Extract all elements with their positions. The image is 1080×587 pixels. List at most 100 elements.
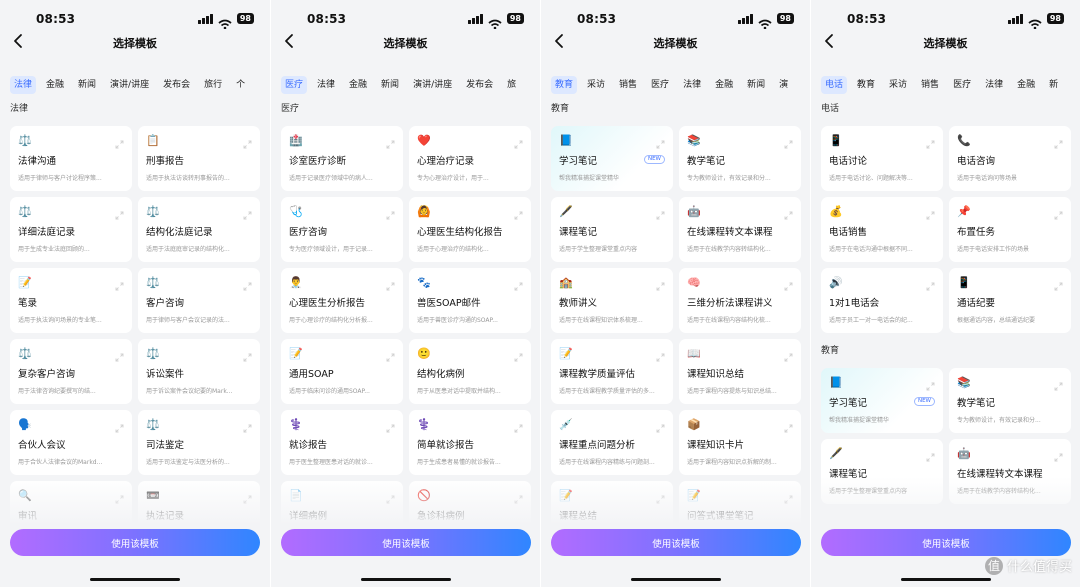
template-card[interactable]: 🗣️ 合伙人会议 用于合伙人法律会议的Markd... (10, 410, 132, 475)
template-card[interactable]: 📝 课程教学质量评估 适用于在线课程教学质量评估的多... (551, 339, 673, 404)
category-tab[interactable]: 发布会 (462, 76, 497, 94)
template-card[interactable]: 🏥 诊室医疗诊断 适用于记录医疗领域中的病人... (281, 126, 403, 191)
expand-icon[interactable] (926, 276, 935, 291)
template-card[interactable]: 📦 课程知识卡片 适用于课程内容知识点拆解的制... (679, 410, 801, 475)
expand-icon[interactable] (243, 134, 252, 149)
template-card[interactable]: 💰 电话销售 适用于在电话沟通中根据不同... (821, 197, 943, 262)
expand-icon[interactable] (514, 347, 523, 362)
category-tab[interactable]: 新闻 (743, 76, 769, 94)
template-card[interactable]: 📱 通话纪要 根据通话内容，总结通话纪要 (949, 268, 1071, 333)
use-template-button[interactable]: 使用该模板 (821, 529, 1071, 556)
expand-icon[interactable] (115, 418, 124, 433)
template-card[interactable]: 📝 笔录 适用于执法询问场景的专业笔... (10, 268, 132, 333)
template-card[interactable]: 🖋️ 课程笔记 适用于学生整理课堂重点内容 (551, 197, 673, 262)
use-template-button[interactable]: 使用该模板 (10, 529, 260, 556)
expand-icon[interactable] (656, 205, 665, 220)
expand-icon[interactable] (386, 489, 395, 504)
template-card[interactable]: ⚖️ 详细法庭记录 用于生成专业法庭回顾的... (10, 197, 132, 262)
expand-icon[interactable] (1054, 205, 1063, 220)
expand-icon[interactable] (784, 347, 793, 362)
expand-icon[interactable] (926, 205, 935, 220)
template-card[interactable]: ⚖️ 法律沟通 适用于律师与客户讨论程序策... (10, 126, 132, 191)
template-card[interactable]: 🤖 在线课程转文本课程 适用于在线教学内容转结构化... (679, 197, 801, 262)
expand-icon[interactable] (784, 276, 793, 291)
expand-icon[interactable] (243, 489, 252, 504)
category-tab[interactable]: 金融 (711, 76, 737, 94)
template-card[interactable]: ⚕️ 简单就诊报告 用于生成患者易懂的就诊报告... (409, 410, 531, 475)
expand-icon[interactable] (115, 347, 124, 362)
expand-icon[interactable] (514, 205, 523, 220)
template-card[interactable]: ⚕️ 就诊报告 用于医生整理医患对话的就诊... (281, 410, 403, 475)
template-card[interactable]: 👨‍⚕️ 心理医生分析报告 用于心理诊疗的结构化分析报... (281, 268, 403, 333)
category-tab[interactable]: 新 (1045, 76, 1062, 94)
category-tab[interactable]: 医疗 (647, 76, 673, 94)
template-card[interactable]: 📱 电话讨论 适用于电话讨论、问题解决等... (821, 126, 943, 191)
expand-icon[interactable] (386, 134, 395, 149)
category-tab[interactable]: 采访 (583, 76, 609, 94)
expand-icon[interactable] (243, 205, 252, 220)
category-tab[interactable]: 法律 (679, 76, 705, 94)
template-card[interactable]: 📘 学习笔记 帮我精准捕捉课堂精华 NEW (821, 368, 943, 433)
expand-icon[interactable] (656, 134, 665, 149)
template-card[interactable]: ⚖️ 结构化法庭记录 适用于法庭庭审记录的结构化... (138, 197, 260, 262)
category-tab[interactable]: 采访 (885, 76, 911, 94)
expand-icon[interactable] (243, 347, 252, 362)
template-card[interactable]: 🐾 兽医SOAP邮件 适用于兽医诊疗沟通的SOAP... (409, 268, 531, 333)
template-card[interactable]: 💉 课程重点问题分析 适用于在线课程内容精练与问题剖... (551, 410, 673, 475)
category-tab[interactable]: 法律 (313, 76, 339, 94)
expand-icon[interactable] (784, 418, 793, 433)
category-tab[interactable]: 演讲/讲座 (106, 76, 153, 94)
expand-icon[interactable] (514, 134, 523, 149)
expand-icon[interactable] (386, 276, 395, 291)
expand-icon[interactable] (784, 205, 793, 220)
template-card[interactable]: 📖 课程知识总结 适用于课程内容提炼与知识总结... (679, 339, 801, 404)
expand-icon[interactable] (656, 347, 665, 362)
expand-icon[interactable] (926, 376, 935, 391)
category-tab[interactable]: 演 (775, 76, 792, 94)
template-card[interactable]: 📝 通用SOAP 适用于临床问诊的通用SOAP... (281, 339, 403, 404)
category-tab[interactable]: 法律 (981, 76, 1007, 94)
expand-icon[interactable] (514, 418, 523, 433)
expand-icon[interactable] (243, 418, 252, 433)
template-card[interactable]: 🔊 1对1电话会 适用于员工一对一电话会的纪... (821, 268, 943, 333)
template-card[interactable]: 📘 学习笔记 帮我精准捕捉课堂精华 NEW (551, 126, 673, 191)
expand-icon[interactable] (115, 276, 124, 291)
category-tab[interactable]: 医疗 (281, 76, 308, 94)
category-tab[interactable]: 演讲/讲座 (409, 76, 456, 94)
expand-icon[interactable] (514, 489, 523, 504)
expand-icon[interactable] (926, 447, 935, 462)
expand-icon[interactable] (1054, 276, 1063, 291)
category-tab[interactable]: 教育 (551, 76, 578, 94)
expand-icon[interactable] (386, 418, 395, 433)
template-card[interactable]: ⚖️ 客户咨询 用于律师与客户会议记录的法... (138, 268, 260, 333)
template-card[interactable]: 📋 刑事报告 适用于执法访谈转刑事报告的... (138, 126, 260, 191)
template-card[interactable]: 🖋️ 课程笔记 适用于学生整理课堂重点内容 (821, 439, 943, 504)
category-tab[interactable]: 发布会 (159, 76, 194, 94)
category-tab[interactable]: 金融 (1013, 76, 1039, 94)
category-tab[interactable]: 法律 (10, 76, 37, 94)
category-tab[interactable]: 旅行 (200, 76, 226, 94)
template-card[interactable]: 🧠 三维分析法课程讲义 适用于在线课程内容结构化梳... (679, 268, 801, 333)
expand-icon[interactable] (514, 276, 523, 291)
template-card[interactable]: 📚 教学笔记 专为教师设计，有效记录和分... (679, 126, 801, 191)
template-card[interactable]: ❤️ 心理治疗记录 专为心理治疗设计，用于... (409, 126, 531, 191)
category-tab[interactable]: 金融 (42, 76, 68, 94)
expand-icon[interactable] (656, 489, 665, 504)
template-card[interactable]: 🏫 教师讲义 适用于在线课程知识体系梳理... (551, 268, 673, 333)
template-card[interactable]: 🤖 在线课程转文本课程 适用于在线教学内容转结构化... (949, 439, 1071, 504)
template-card[interactable]: ⚖️ 诉讼案件 用于诉讼案件会议纪要的Mark... (138, 339, 260, 404)
category-tab[interactable]: 新闻 (74, 76, 100, 94)
template-card[interactable]: 🙂 结构化病例 用于从医患对话中提取并结构... (409, 339, 531, 404)
expand-icon[interactable] (1054, 376, 1063, 391)
use-template-button[interactable]: 使用该模板 (551, 529, 801, 556)
expand-icon[interactable] (784, 489, 793, 504)
category-tab[interactable]: 电话 (821, 76, 848, 94)
template-card[interactable]: ⚖️ 司法鉴定 适用于司法鉴定与法医分析的... (138, 410, 260, 475)
category-tab[interactable]: 旅 (503, 76, 520, 94)
use-template-button[interactable]: 使用该模板 (281, 529, 531, 556)
category-tab[interactable]: 教育 (853, 76, 879, 94)
category-tab[interactable]: 金融 (345, 76, 371, 94)
expand-icon[interactable] (1054, 134, 1063, 149)
expand-icon[interactable] (784, 134, 793, 149)
expand-icon[interactable] (243, 276, 252, 291)
